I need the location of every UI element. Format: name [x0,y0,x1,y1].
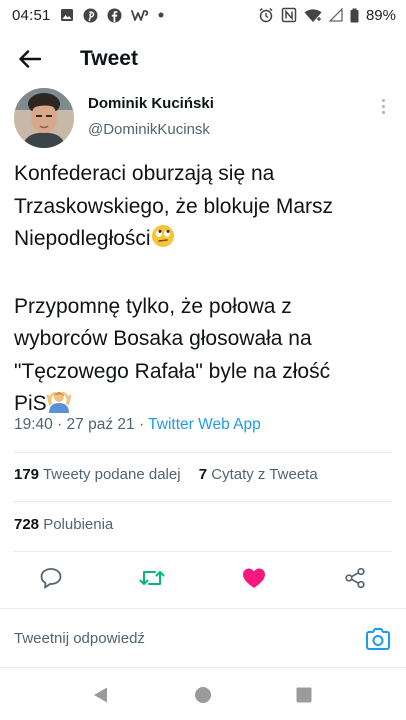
avatar[interactable] [14,88,74,148]
gallery-icon [60,8,74,22]
quotes-label: Cytaty z Tweeta [211,466,318,483]
likes-count: 728 [14,516,40,533]
rolling-eyes-emoji-icon [151,224,175,259]
signal-icon [328,8,343,22]
more-options-button[interactable] [374,94,392,118]
quotes-stat[interactable]: 7 Cytaty z Tweeta [199,466,318,483]
reply-composer[interactable]: Tweetnij odpowiedź [0,608,406,668]
arrow-left-icon [19,50,41,68]
battery-icon [350,8,359,23]
retweets-label: Tweety podane dalej [42,466,181,483]
tweet-line: wyborców Bosaka głosowała na [14,327,312,350]
heart-icon [243,568,265,588]
tweet-line: Konfederaci oburzają się na [14,162,275,185]
retweet-icon [139,571,165,585]
likes-stat[interactable]: 728 Polubienia [14,516,113,533]
tweet-line: Przypomnę tylko, że połowa z [14,294,292,318]
author-name[interactable]: Dominik Kuciński [88,95,214,112]
status-bar: 04:51 89% [0,0,406,30]
reply-button[interactable] [33,560,69,596]
nav-home-button[interactable] [190,682,216,708]
nav-recents-button[interactable] [291,682,317,708]
camera-icon [366,628,390,650]
retweets-stat[interactable]: 179 Tweety podane dalej [14,466,181,483]
square-recents-icon [296,687,312,703]
author-handle[interactable]: @DominikKucinsk [88,121,210,138]
tweet-line: "Tęczowego Rafała" byle na złość [14,359,331,383]
status-time: 04:51 [12,6,51,24]
app-bar: Tweet [0,30,406,88]
nfc-icon [281,7,297,23]
tweet-source-link[interactable]: Twitter Web App [148,416,261,433]
tweet-text: Konfederaci oburzają się na Trzaskowskie… [14,158,398,424]
dot-icon [158,12,164,18]
tweet-line-text: PiS [14,392,47,415]
tweet-line-text: Niepodległości [14,227,151,250]
page-title: Tweet [80,47,138,70]
status-left: 04:51 [12,7,164,24]
retweet-stats: 179 Tweety podane dalej 7 Cytaty z Tweet… [14,466,318,483]
w-app-icon [130,8,149,22]
facebook-icon [107,8,122,23]
more-dot [381,104,385,108]
more-dot [381,98,385,102]
retweets-count: 179 [14,466,40,483]
status-right: 89% [258,7,396,24]
share-button[interactable] [337,560,373,596]
reply-input[interactable]: Tweetnij odpowiedź [14,630,145,647]
tweet-timestamp: 19:40 · 27 paź 21 · [14,416,149,433]
camera-button[interactable] [364,626,392,652]
divider [14,551,392,552]
system-nav-bar [0,670,406,720]
likes-label: Polubienia [43,516,114,533]
alarm-icon [258,7,274,23]
quotes-count: 7 [198,466,208,483]
tweet-line: Niepodległości [14,223,398,259]
battery-percentage: 89% [365,6,396,24]
divider [14,501,392,502]
divider [14,452,392,453]
more-dot [381,110,385,114]
tweet-actions [0,560,406,596]
nav-back-button[interactable] [88,682,114,708]
tweet-meta: 19:40 · 27 paź 21 · Twitter Web App [14,416,261,434]
like-button[interactable] [236,560,272,596]
share-icon [345,567,365,589]
reply-icon [40,568,62,589]
triangle-back-icon [94,687,107,703]
pinterest-icon [83,8,98,23]
wifi-icon [304,8,322,23]
retweet-button[interactable] [134,560,170,596]
circle-home-icon [195,687,211,703]
avatar-image [14,88,74,148]
tweet-author: Dominik Kuciński @DominikKucinsk [0,88,406,150]
tweet-line: Trzaskowskiego, że blokuje Marsz [14,194,333,218]
back-button[interactable] [0,30,60,88]
